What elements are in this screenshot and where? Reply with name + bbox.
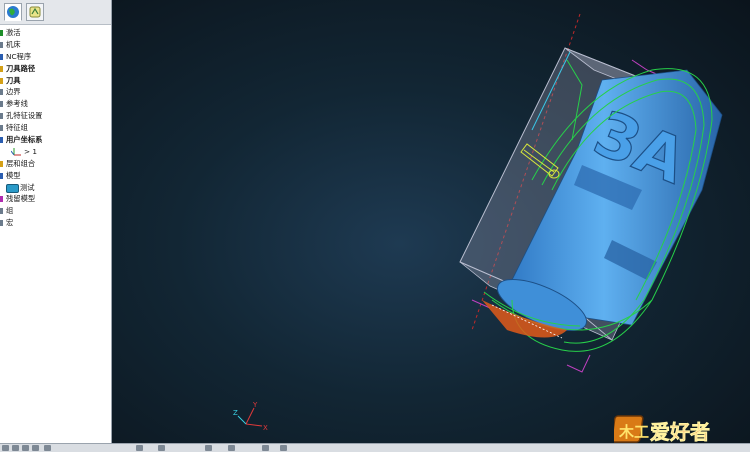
tree-item[interactable]: 组 [0,205,111,217]
z-axis-label: Z [233,409,238,417]
tree-item-label: 模型 [6,170,21,180]
tree-node-icon [0,160,3,167]
tree-item[interactable]: 宏 [0,217,111,229]
toolbar-icon[interactable] [44,445,51,451]
tree-item-ucs-1[interactable]: > 1 [0,146,111,158]
tree-node-icon [0,196,3,203]
tree-item-label: 测试 [20,182,35,192]
toolbar-icon[interactable] [32,445,39,451]
tree-node-icon [0,220,3,227]
tree-item[interactable]: 用户坐标系 [0,134,111,146]
explorer-tree: 激活机床 NC程序刀具路径刀具边界参考线孔特征设置特征组用户坐标系 > 1 层和组合模… [0,27,111,229]
toolbar-icon[interactable] [2,445,9,451]
model-view: 3A [459,13,723,373]
tree-item-label: > 1 [24,146,38,156]
toolpath-tab[interactable] [26,3,44,21]
tree-item[interactable]: 边界 [0,86,111,98]
tree-item-label: 机床 [6,39,21,49]
x-axis-label: X [263,424,268,432]
graphics-viewport[interactable]: 3A X Y Z 木工 爱好者 [112,0,750,443]
tree-item[interactable]: 层和组合 [0,158,111,170]
tree-item[interactable]: 机床 [0,39,111,51]
tree-item-label: 参考线 [6,99,28,109]
tree-node-icon [0,125,3,132]
tree-item-label: 宏 [6,218,14,228]
tree-item[interactable]: 残留模型 [0,193,111,205]
explorer-tab[interactable] [4,3,22,21]
toolbar-icon[interactable] [280,445,287,451]
explorer-panel: 激活机床 NC程序刀具路径刀具边界参考线孔特征设置特征组用户坐标系 > 1 层和组合模… [0,0,112,443]
toolbar-icon[interactable] [262,445,269,451]
toolpath-icon [29,6,41,18]
tree-item-label: 层和组合 [6,158,36,168]
tree-item[interactable]: 激活 [0,27,111,39]
tree-item-label: 边界 [6,87,21,97]
toolbar-icon[interactable] [228,445,235,451]
tree-item[interactable]: NC程序 [0,51,111,63]
tree-node-icon [0,65,3,72]
tree-node-icon [0,77,3,84]
tree-item-label: 激活 [6,28,21,37]
panel-tab-bar [0,0,111,25]
tree-item-label: 刀具 [6,75,21,85]
globe-icon [7,6,19,18]
tree-node-icon [0,113,3,120]
tree-item-label: 组 [6,206,14,216]
tree-item-label: 刀具路径 [6,63,36,73]
tree-item-label: NC程序 [6,51,32,61]
watermark-badge: 木工 [618,423,649,441]
model-solid-icon [6,183,19,193]
tree-node-icon [0,89,3,96]
tree-item-label: 残留模型 [6,194,36,204]
tree-item[interactable]: 孔特征设置 [0,110,111,122]
tree-item[interactable]: 参考线 [0,98,111,110]
tree-item-label: 用户坐标系 [6,135,43,145]
tree-node-icon [0,101,3,108]
tree-item-model-test[interactable]: 测试 [0,182,111,194]
tree-item[interactable]: 刀具路径 [0,63,111,75]
tree-node-icon [0,208,3,215]
toolbar-icon[interactable] [22,445,29,451]
tree-node-icon [0,172,3,179]
tree-item[interactable]: 特征组 [0,122,111,134]
tree-node-icon [0,30,3,36]
y-axis-label: Y [252,401,258,409]
tree-node-icon [0,41,3,48]
tree-node-icon [0,53,3,60]
toolbar-icon[interactable] [136,445,143,451]
watermark-logo: 木工 爱好者 [614,415,710,443]
tree-node-icon [0,137,3,144]
ucs-axes-icon [11,147,21,156]
toolbar-icon[interactable] [205,445,212,451]
toolbar-icon[interactable] [12,445,19,451]
axis-triad: X Y Z [233,401,268,432]
tree-item[interactable]: 模型 [0,170,111,182]
tree-item[interactable]: 刀具 [0,75,111,87]
tree-item-label: 孔特征设置 [6,111,43,121]
tree-item-label: 特征组 [6,123,28,133]
watermark-text: 爱好者 [650,420,710,443]
toolbar-icon[interactable] [158,445,165,451]
